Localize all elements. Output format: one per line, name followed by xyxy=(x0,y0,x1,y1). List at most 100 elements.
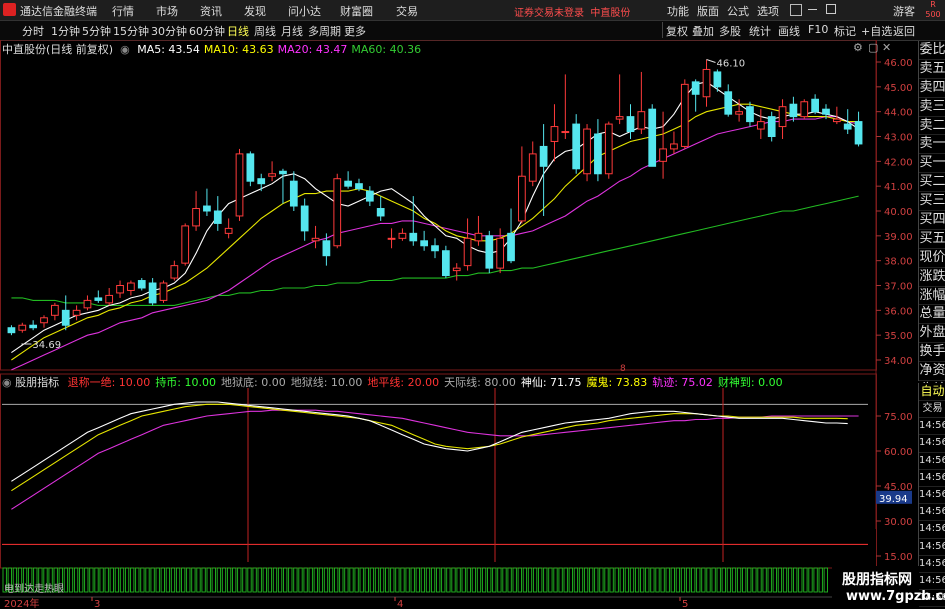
panel-close-icon[interactable]: ✕ xyxy=(882,41,891,54)
candle-body xyxy=(311,237,320,242)
indicator-name[interactable]: 股朋指标 xyxy=(15,376,59,389)
menu-options[interactable]: 选项 xyxy=(757,3,779,19)
signal-bar xyxy=(323,567,329,593)
draw-line-button[interactable]: 画线 xyxy=(778,23,800,39)
side-panel-item[interactable]: 14:56 xyxy=(919,504,945,522)
signal-bar xyxy=(512,567,517,593)
add-watchlist-button[interactable]: +自选 xyxy=(861,23,892,39)
tab-15min[interactable]: 15分钟 xyxy=(113,23,149,39)
mark-button[interactable]: 标记 xyxy=(834,23,856,39)
gear-icon[interactable]: ◉ xyxy=(2,376,12,389)
candle-body xyxy=(767,116,776,137)
side-panel-item[interactable]: 涨跌 xyxy=(919,268,945,287)
indicator-param: 轨迹: 75.02 xyxy=(652,376,713,389)
tab-60min[interactable]: 60分钟 xyxy=(189,23,225,39)
side-panel-item[interactable]: 外盘 xyxy=(919,324,945,344)
candle-body xyxy=(680,83,689,147)
tab-30min[interactable]: 30分钟 xyxy=(151,23,187,39)
tab-more[interactable]: 更多 xyxy=(344,23,366,39)
signal-bar xyxy=(772,567,777,593)
menu-formula[interactable]: 公式 xyxy=(727,3,749,19)
menu-layout[interactable]: 版面 xyxy=(697,3,719,19)
menu-quotes[interactable]: 行情 xyxy=(112,3,134,19)
side-panel-item[interactable]: 现价 xyxy=(919,249,945,268)
signal-bar xyxy=(604,567,609,593)
multi-stock-button[interactable]: 多股 xyxy=(719,23,741,39)
overlay-button[interactable]: 叠加 xyxy=(692,23,714,39)
side-panel-item[interactable]: 买二 xyxy=(919,173,945,193)
side-panel-item[interactable]: 交易 xyxy=(919,401,945,419)
side-panel-item[interactable]: 自动 xyxy=(919,383,945,401)
tab-intraday[interactable]: 分时 xyxy=(22,23,44,39)
side-panel-item[interactable]: 14:56 xyxy=(919,573,945,591)
price-tick-label: 42.00 xyxy=(884,157,913,168)
side-panel-item[interactable]: 买四 xyxy=(919,211,945,230)
app-logo-icon xyxy=(3,3,16,16)
signal-bar xyxy=(624,567,630,593)
side-panel-item[interactable]: 净资 xyxy=(919,362,945,382)
settings-icon[interactable]: ⚙ xyxy=(853,41,863,54)
side-panel-item[interactable]: 卖五 xyxy=(919,60,945,79)
kline-chart[interactable]: 46.00 45.00 44.00 43.00 42.00 41.00 40.00 39.00… xyxy=(0,40,918,609)
side-panel-item[interactable]: 14:56 xyxy=(919,556,945,573)
side-panel-item[interactable]: 卖二 xyxy=(919,117,945,136)
candle-body xyxy=(507,232,515,262)
signal-bar xyxy=(701,567,706,593)
indicator-tick-label: 15.00 xyxy=(884,552,913,563)
candle-body xyxy=(268,173,276,177)
candle-body xyxy=(550,126,559,142)
tab-weekly[interactable]: 周线 xyxy=(254,23,276,39)
side-panel-item[interactable]: 14:56 xyxy=(919,487,945,505)
side-panel-item[interactable]: 14:56 xyxy=(919,435,945,453)
f10-button[interactable]: F10 xyxy=(808,23,828,36)
side-panel-item[interactable]: 总量 xyxy=(919,305,945,325)
tab-5min[interactable]: 5分钟 xyxy=(82,23,111,39)
gear-icon[interactable]: ◉ xyxy=(117,43,130,56)
side-panel-item[interactable]: 买五 xyxy=(919,230,945,249)
indicator-tick-label: 75.00 xyxy=(884,412,913,423)
side-panel-item[interactable]: 买三 xyxy=(919,192,945,212)
maximize-icon[interactable] xyxy=(826,4,836,14)
side-panel-item[interactable]: 14:56 xyxy=(919,418,945,436)
menu-trade[interactable]: 交易 xyxy=(396,3,418,19)
tab-monthly[interactable]: 月线 xyxy=(281,23,303,39)
menu-news[interactable]: 资讯 xyxy=(200,3,222,19)
side-panel-item[interactable]: 涨幅 xyxy=(919,287,945,306)
tab-1min[interactable]: 1分钟 xyxy=(51,23,80,39)
login-notice[interactable]: 证券交易未登录 中直股份 xyxy=(514,4,630,19)
side-panel-item[interactable]: 委比 xyxy=(919,41,945,60)
candle-body xyxy=(420,240,429,247)
menu-ask[interactable]: 问小达 xyxy=(288,3,321,19)
skin-icon[interactable] xyxy=(790,4,802,16)
minimize-icon[interactable] xyxy=(808,9,817,10)
signal-bar xyxy=(818,567,823,593)
indicator-param: 地平线: 20.00 xyxy=(367,376,440,389)
menu-function[interactable]: 功能 xyxy=(667,3,689,19)
side-panel-item[interactable]: 14:56 xyxy=(919,453,945,470)
mogui-line xyxy=(11,403,848,492)
back-button[interactable]: 返回 xyxy=(893,23,915,39)
side-panel-item[interactable]: 14:56 xyxy=(919,470,945,487)
signal-bar xyxy=(456,567,461,593)
side-panel-item[interactable]: 卖三 xyxy=(919,98,945,117)
adjust-button[interactable]: 复权 xyxy=(666,23,688,39)
guest-label[interactable]: 游客 xyxy=(893,3,915,19)
menu-market[interactable]: 市场 xyxy=(156,3,178,19)
stats-button[interactable]: 统计 xyxy=(749,23,771,39)
side-panel-item[interactable]: 换手 xyxy=(919,343,945,363)
side-panel-item[interactable]: 14:56 xyxy=(919,539,945,556)
signal-bar xyxy=(359,567,364,593)
side-panel-item[interactable]: 卖四 xyxy=(919,79,945,98)
side-panel-item[interactable]: 买一 xyxy=(919,154,945,174)
signal-bar xyxy=(594,567,599,593)
tab-multi-period[interactable]: 多周期 xyxy=(308,23,341,39)
signal-bar xyxy=(201,567,206,593)
side-panel-item[interactable]: 卖一 xyxy=(919,135,945,155)
menu-wealth[interactable]: 财富圈 xyxy=(340,3,373,19)
tab-daily[interactable]: 日线 xyxy=(227,23,249,39)
indicator-param: 神仙: 71.75 xyxy=(520,376,582,389)
menu-discover[interactable]: 发现 xyxy=(244,3,266,19)
side-panel-item[interactable]: 14:56 xyxy=(919,521,945,539)
panel-max-icon[interactable]: ▢ xyxy=(868,41,878,54)
signal-bar xyxy=(267,567,273,593)
